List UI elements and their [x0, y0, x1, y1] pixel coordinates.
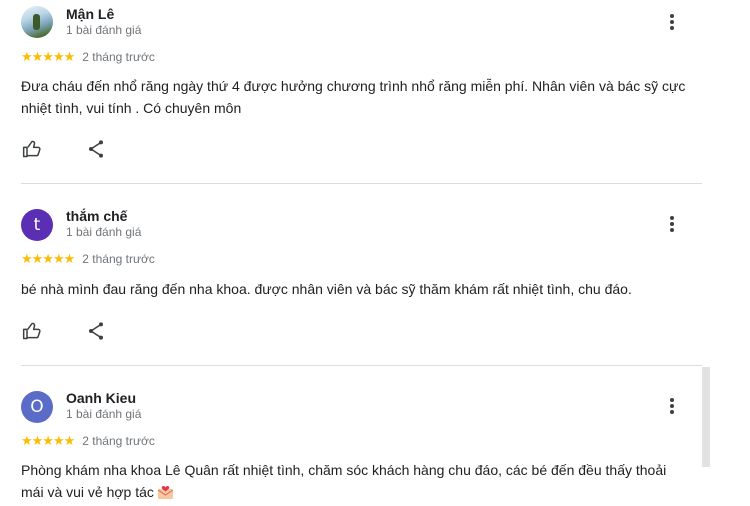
star-rating: ★★★★★: [21, 251, 75, 267]
review-text: Phòng khám nha khoa Lê Quân rất nhiệt tì…: [21, 459, 691, 506]
rating-row: ★★★★★ 2 tháng trước: [21, 433, 155, 449]
review-text: Đưa cháu đến nhổ răng ngày thứ 4 được hư…: [21, 78, 686, 116]
divider: [21, 365, 702, 366]
more-options-button[interactable]: [662, 11, 682, 33]
share-icon: [89, 140, 103, 158]
reviewer-review-count: 1 bài đánh giá: [66, 23, 142, 37]
rating-row: ★★★★★ 2 tháng trước: [21, 49, 155, 65]
avatar[interactable]: t: [21, 209, 53, 241]
avatar[interactable]: [21, 6, 53, 38]
review-time: 2 tháng trước: [82, 434, 155, 448]
thumbs-up-icon: [22, 322, 41, 340]
more-vert-icon: [670, 398, 674, 402]
thumbs-up-icon: [22, 140, 41, 158]
review-text: bé nhà mình đau răng đến nha khoa. được …: [21, 281, 632, 297]
reviewer-name[interactable]: thắm chế: [66, 208, 127, 224]
more-vert-icon: [670, 14, 674, 18]
share-button[interactable]: [86, 321, 108, 343]
more-vert-icon: [670, 216, 674, 220]
review-time: 2 tháng trước: [82, 252, 155, 266]
share-icon: [89, 322, 103, 340]
divider: [21, 183, 702, 184]
like-button[interactable]: [22, 321, 44, 343]
more-options-button[interactable]: [662, 395, 682, 417]
more-options-button[interactable]: [662, 213, 682, 235]
review-text-content: Phòng khám nha khoa Lê Quân rất nhiệt tì…: [21, 462, 667, 500]
star-rating: ★★★★★: [21, 433, 75, 449]
star-rating: ★★★★★: [21, 49, 75, 65]
rating-row: ★★★★★ 2 tháng trước: [21, 251, 155, 267]
avatar-letter: O: [30, 397, 44, 417]
reviewer-name[interactable]: Oanh Kieu: [66, 390, 136, 406]
love-letter-emoji: [157, 484, 174, 506]
scrollbar[interactable]: [702, 367, 710, 467]
avatar-letter: t: [33, 215, 41, 235]
reviewer-review-count: 1 bài đánh giá: [66, 225, 142, 239]
avatar[interactable]: O: [21, 391, 53, 423]
reviewer-review-count: 1 bài đánh giá: [66, 407, 142, 421]
review-time: 2 tháng trước: [82, 50, 155, 64]
like-button[interactable]: [22, 139, 44, 161]
share-button[interactable]: [86, 139, 108, 161]
reviewer-name[interactable]: Mận Lê: [66, 6, 114, 22]
